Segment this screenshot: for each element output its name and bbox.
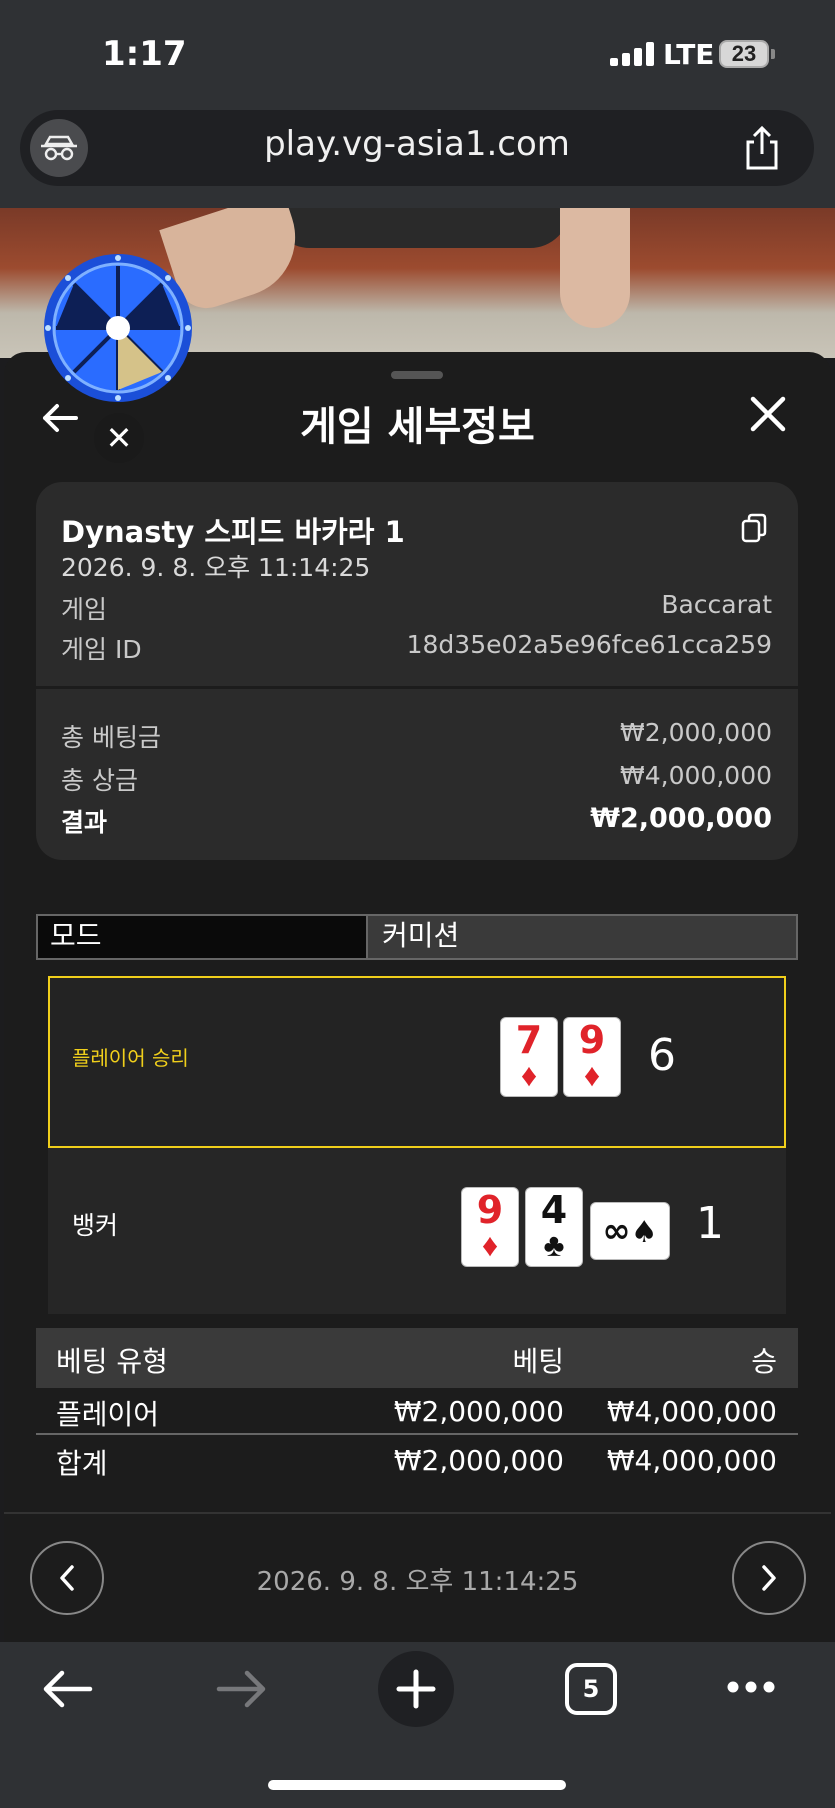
banker-card-1: 9 ♦ [462,1188,518,1266]
wheel-close-icon[interactable]: ✕ [94,413,144,463]
close-icon[interactable] [748,394,788,445]
club-icon: ♣ [543,1227,565,1263]
total-prize-value: ₩4,000,000 [620,761,772,790]
result-label: 결과 [61,808,108,837]
row-bet-amount: ₩2,000,000 [393,1395,564,1428]
diamond-icon: ♦ [520,1057,538,1093]
player-card-1: 7 ♦ [501,1018,557,1096]
network-type: LTE [663,38,715,71]
total-win-amount: ₩4,000,000 [606,1444,777,1477]
header-bet: 베팅 [512,1345,564,1378]
banker-hand-row [48,1148,786,1314]
game-id-value: 18d35e02a5e96fce61cca259 [406,630,772,659]
diamond-icon: ♦ [481,1227,499,1263]
back-arrow-icon[interactable] [40,398,80,448]
status-time: 1:17 [102,34,187,74]
game-label: 게임 [61,595,108,624]
game-name: Dynasty 스피드 바카라 1 [61,515,405,549]
sheet-grabber[interactable] [391,371,443,379]
card-rank: 7 [515,1018,543,1062]
share-icon[interactable] [738,124,786,172]
prev-round-button[interactable] [30,1541,104,1615]
next-round-button[interactable] [732,1541,806,1615]
banker-label: 뱅커 [72,1211,119,1240]
tabs-icon[interactable]: 5 [565,1663,617,1715]
nav-back-icon[interactable] [40,1668,94,1710]
game-value: Baccarat [661,590,772,619]
spade-icon: ♠ [630,1215,658,1250]
banker-card-3: ∞♠ [591,1203,669,1259]
tab-commission[interactable]: 커미션 [368,914,798,960]
card-rank: ∞ [602,1211,631,1251]
signal-icon [610,42,654,66]
card-rank: 4 [540,1188,568,1232]
chevron-right-icon [762,1565,776,1591]
nav-forward-icon[interactable] [215,1668,269,1710]
page-title: 게임 세부정보 [300,404,535,450]
total-prize-label: 총 상금 [61,766,138,795]
pager-datetime: 2026. 9. 8. 오후 11:14:25 [256,1567,579,1597]
banker-card-2: 4 ♣ [526,1188,582,1266]
battery-tip [771,49,775,59]
total-label: 합계 [56,1447,108,1480]
player-card-2: 9 ♦ [564,1018,620,1096]
prize-wheel-icon[interactable] [42,252,194,404]
copy-icon[interactable] [740,512,770,544]
total-bet-value: ₩2,000,000 [620,718,772,747]
table-divider [36,1433,798,1435]
banker-score: 1 [696,1198,724,1249]
footer-divider [4,1512,831,1514]
card-rank: 9 [476,1188,504,1232]
player-result-label: 플레이어 승리 [72,1046,189,1070]
battery-indicator: 23 [719,40,769,68]
diamond-icon: ♦ [583,1057,601,1093]
total-bet-label: 총 베팅금 [61,723,161,752]
incognito-icon[interactable] [30,119,88,177]
header-win: 승 [751,1345,777,1378]
row-bet-type: 플레이어 [56,1398,160,1431]
result-value: ₩2,000,000 [590,803,772,834]
more-icon[interactable] [726,1680,776,1694]
card-rank: 9 [578,1018,606,1062]
url-text[interactable]: play.vg-asia1.com [150,124,684,164]
player-score: 6 [648,1030,676,1081]
tab-mode[interactable]: 모드 [36,914,368,960]
plus-icon[interactable] [378,1651,454,1727]
card-divider [36,686,798,689]
row-win-amount: ₩4,000,000 [606,1395,777,1428]
chevron-left-icon [60,1565,74,1591]
game-id-label: 게임 ID [61,635,142,664]
total-bet-amount: ₩2,000,000 [393,1444,564,1477]
header-bet-type: 베팅 유형 [56,1345,168,1378]
home-indicator[interactable] [268,1780,566,1790]
game-datetime: 2026. 9. 8. 오후 11:14:25 [61,553,371,582]
